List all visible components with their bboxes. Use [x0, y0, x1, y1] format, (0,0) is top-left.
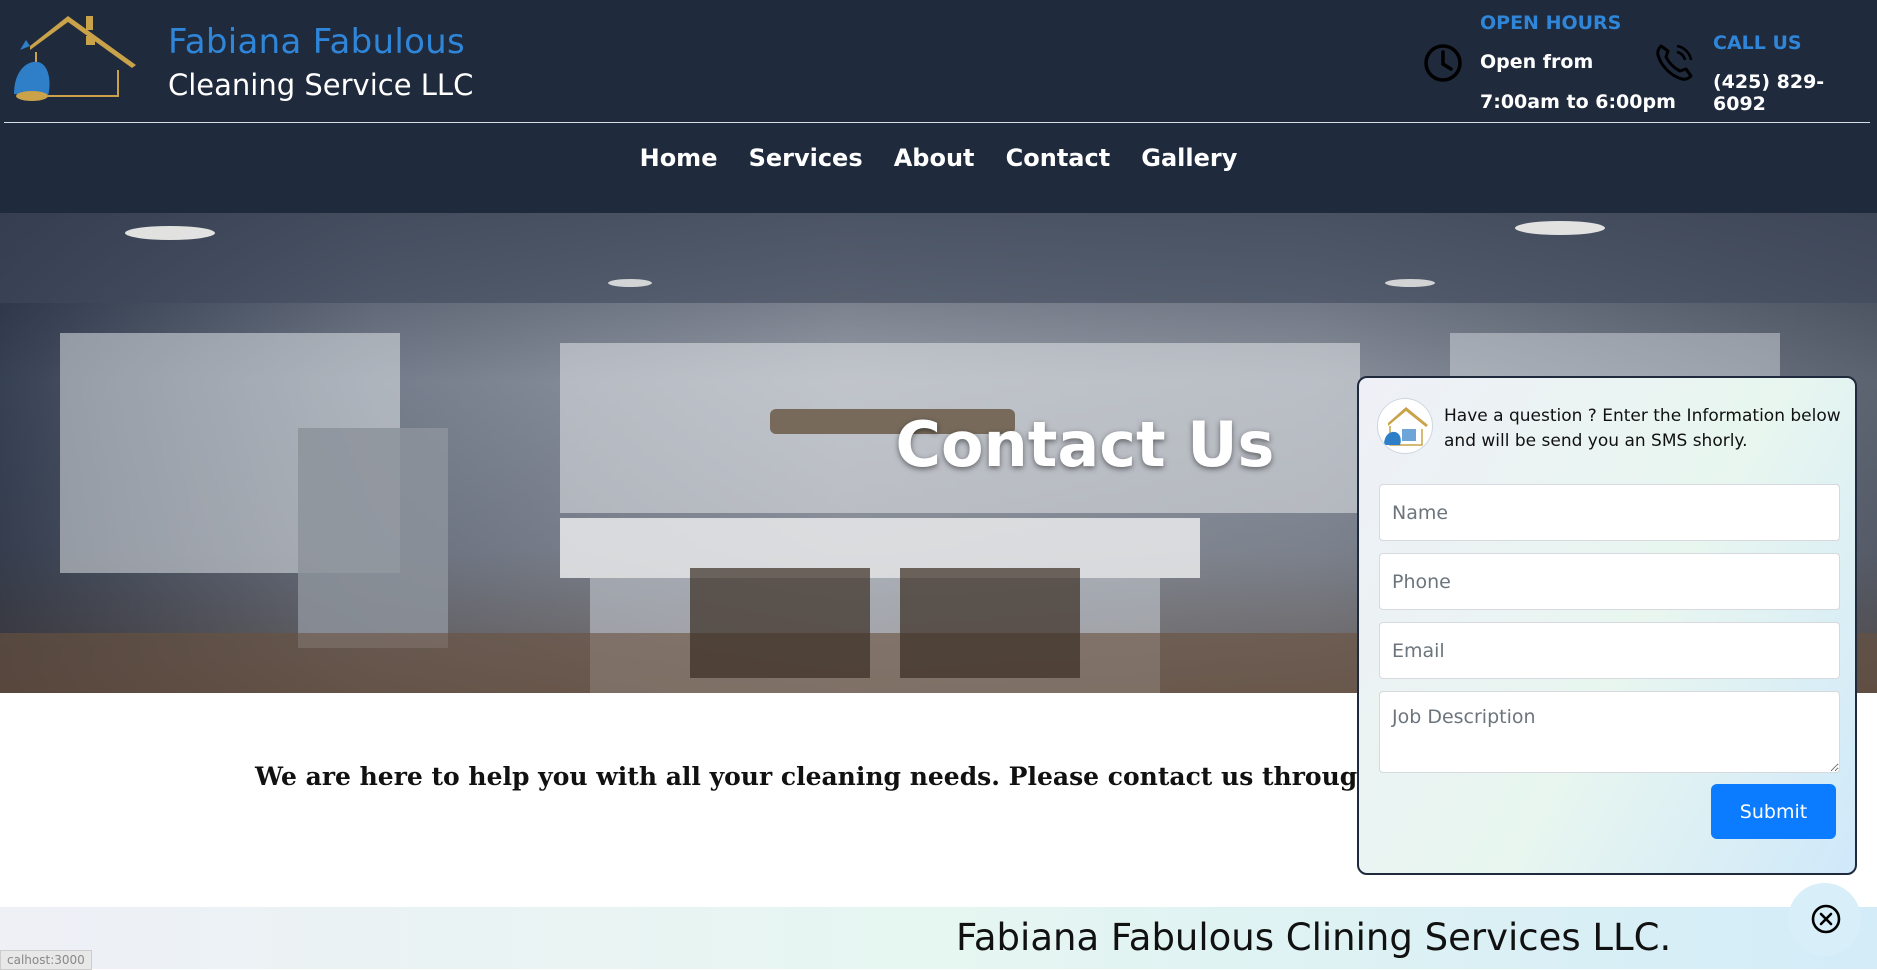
phone-input[interactable]	[1379, 553, 1840, 610]
email-input[interactable]	[1379, 622, 1840, 679]
main-nav: Home Services About Contact Gallery	[0, 144, 1877, 172]
site-header: Fabiana Fabulous Cleaning Service LLC OP…	[0, 0, 1877, 213]
url-status-hint: calhost:3000	[0, 950, 92, 970]
call-us-title: CALL US	[1713, 32, 1802, 54]
nav-services[interactable]: Services	[749, 144, 863, 172]
open-hours-line1: Open from	[1480, 51, 1594, 73]
close-icon[interactable]	[1810, 903, 1842, 935]
phone-icon	[1656, 44, 1693, 81]
name-input[interactable]	[1379, 484, 1840, 541]
popup-logo	[1377, 398, 1433, 454]
job-description-textarea[interactable]	[1379, 691, 1840, 773]
nav-contact[interactable]: Contact	[1006, 144, 1111, 172]
nav-gallery[interactable]: Gallery	[1141, 144, 1237, 172]
footer-company-title: Fabiana Fabulous Clining Services LLC.	[956, 916, 1672, 959]
popup-message: Have a question ? Enter the Information …	[1444, 406, 1841, 451]
open-hours-title: OPEN HOURS	[1480, 12, 1622, 34]
nav-about[interactable]: About	[894, 144, 975, 172]
phone-number-link[interactable]: (425) 829-6092	[1713, 71, 1877, 115]
company-logo[interactable]	[8, 10, 148, 106]
brand-subtitle[interactable]: Cleaning Service LLC	[168, 68, 473, 102]
close-popup-button[interactable]	[1788, 883, 1861, 956]
nav-home[interactable]: Home	[640, 144, 718, 172]
header-divider	[4, 122, 1870, 123]
sms-contact-popup: Have a question ? Enter the Information …	[1357, 376, 1857, 875]
brand-name[interactable]: Fabiana Fabulous	[168, 22, 465, 62]
logo-house-icon	[1384, 407, 1428, 446]
clock-icon	[1424, 44, 1462, 82]
submit-button[interactable]: Submit	[1711, 784, 1836, 839]
intro-text: We are here to help you with all your cl…	[255, 762, 1470, 791]
open-hours-line2: 7:00am to 6:00pm	[1480, 91, 1676, 113]
